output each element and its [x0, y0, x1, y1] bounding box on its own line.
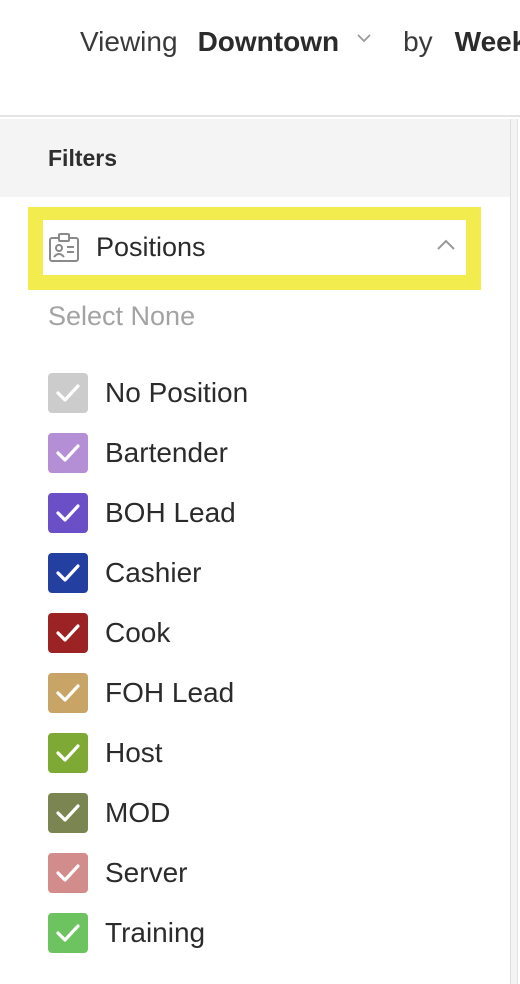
position-filter-item[interactable]: Cashier: [48, 543, 248, 603]
checkmark-icon: [56, 684, 80, 702]
positions-section-header[interactable]: Positions: [43, 220, 466, 275]
chevron-down-icon[interactable]: [357, 31, 371, 45]
position-label: No Position: [105, 377, 249, 408]
location-dropdown[interactable]: Downtown: [198, 26, 340, 58]
position-filter-item[interactable]: MOD: [48, 783, 248, 843]
checkmark-icon: [56, 924, 80, 942]
position-checkbox[interactable]: [48, 673, 88, 713]
by-label: by: [403, 26, 433, 57]
position-checkbox[interactable]: [48, 373, 88, 413]
position-filter-item[interactable]: No Position: [48, 363, 248, 423]
position-checkbox[interactable]: [48, 613, 88, 653]
chevron-up-icon[interactable]: [436, 238, 456, 252]
top-bar: Viewing Downtown by Week: [0, 0, 520, 117]
id-badge-icon: [49, 232, 79, 262]
position-filter-item[interactable]: BOH Lead: [48, 483, 248, 543]
position-checkbox[interactable]: [48, 793, 88, 833]
main-panel-edge: [510, 119, 520, 984]
position-checkbox[interactable]: [48, 853, 88, 893]
position-filter-item[interactable]: FOH Lead: [48, 663, 248, 723]
position-label: Host: [105, 737, 163, 768]
checkmark-icon: [56, 504, 80, 522]
checkmark-icon: [56, 864, 80, 882]
position-checkbox[interactable]: [48, 913, 88, 953]
position-checkbox[interactable]: [48, 433, 88, 473]
select-none-link[interactable]: Select None: [48, 301, 195, 332]
view-selector-row: Viewing Downtown by Week: [80, 22, 520, 62]
positions-title: Positions: [96, 232, 206, 262]
checkmark-icon: [56, 744, 80, 762]
position-label: Bartender: [105, 437, 228, 468]
position-label: Cashier: [105, 557, 202, 588]
position-filter-item[interactable]: Bartender: [48, 423, 248, 483]
position-filter-item[interactable]: Server: [48, 843, 248, 903]
position-label: BOH Lead: [105, 497, 236, 528]
position-checkbox[interactable]: [48, 733, 88, 773]
checkmark-icon: [56, 804, 80, 822]
position-filter-item[interactable]: Host: [48, 723, 248, 783]
positions-list: No Position Bartender BOH Lead Cashier Cook F…: [48, 363, 248, 963]
position-filter-item[interactable]: Cook: [48, 603, 248, 663]
position-checkbox[interactable]: [48, 553, 88, 593]
position-label: MOD: [105, 797, 171, 828]
checkmark-icon: [56, 384, 80, 402]
position-label: FOH Lead: [105, 677, 235, 708]
position-checkbox[interactable]: [48, 493, 88, 533]
viewing-label: Viewing: [80, 26, 178, 57]
filters-sidebar: Filters Positions Select None No Positio…: [0, 119, 510, 984]
position-label: Server: [105, 857, 188, 888]
position-filter-item[interactable]: Training: [48, 903, 248, 963]
checkmark-icon: [56, 444, 80, 462]
filters-heading: Filters: [0, 119, 510, 197]
position-label: Cook: [105, 617, 171, 648]
checkmark-icon: [56, 564, 80, 582]
checkmark-icon: [56, 624, 80, 642]
position-label: Training: [105, 917, 206, 948]
period-dropdown[interactable]: Week: [455, 26, 520, 58]
